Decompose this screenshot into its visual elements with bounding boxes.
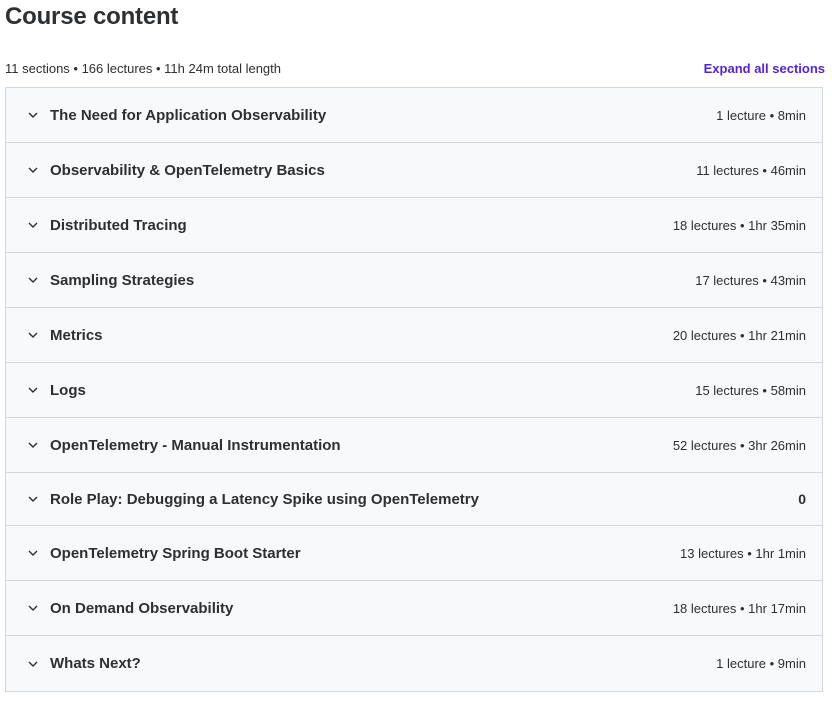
section-meta: 13 lectures • 1hr 1min	[680, 545, 806, 561]
section-row[interactable]: On Demand Observability 18 lectures • 1h…	[6, 581, 822, 636]
expand-all-sections-button[interactable]: Expand all sections	[704, 61, 825, 76]
section-meta: 15 lectures • 58min	[695, 382, 806, 398]
chevron-down-icon	[26, 163, 40, 177]
section-meta: 0	[798, 491, 806, 507]
section-title: The Need for Application Observability	[50, 106, 327, 124]
section-meta: 11 lectures • 46min	[696, 162, 806, 178]
section-meta: 1 lecture • 8min	[716, 107, 806, 123]
section-title: Metrics	[50, 326, 103, 344]
section-row[interactable]: Metrics 20 lectures • 1hr 21min	[6, 308, 822, 363]
course-summary: 11 sections • 166 lectures • 11h 24m tot…	[5, 60, 282, 76]
section-meta: 1 lecture • 9min	[716, 656, 806, 671]
section-row[interactable]: Distributed Tracing 18 lectures • 1hr 35…	[6, 198, 822, 253]
chevron-down-icon	[26, 438, 40, 452]
section-title: Observability & OpenTelemetry Basics	[50, 161, 325, 179]
section-meta: 18 lectures • 1hr 17min	[672, 600, 806, 616]
section-meta: 52 lectures • 3hr 26min	[672, 437, 806, 453]
section-row[interactable]: The Need for Application Observability 1…	[6, 88, 822, 143]
section-title: Distributed Tracing	[50, 216, 187, 234]
page-title: Course content	[5, 3, 179, 30]
section-title: On Demand Observability	[50, 599, 234, 617]
section-title: OpenTelemetry - Manual Instrumentation	[50, 436, 341, 454]
chevron-down-icon	[26, 328, 40, 342]
chevron-down-icon	[26, 273, 40, 287]
section-row[interactable]: Observability & OpenTelemetry Basics 11 …	[6, 143, 822, 198]
section-title: OpenTelemetry Spring Boot Starter	[50, 544, 301, 562]
section-meta: 17 lectures • 43min	[695, 272, 806, 288]
section-row[interactable]: Role Play: Debugging a Latency Spike usi…	[6, 473, 822, 526]
sections-accordion: The Need for Application Observability 1…	[5, 87, 823, 692]
course-content-page: Course content 11 sections • 166 lecture…	[0, 0, 832, 701]
section-title: Whats Next?	[50, 655, 141, 672]
chevron-down-icon	[26, 218, 40, 232]
section-row[interactable]: OpenTelemetry - Manual Instrumentation 5…	[6, 418, 822, 473]
course-summary-bar: 11 sections • 166 lectures • 11h 24m tot…	[5, 58, 825, 78]
chevron-down-icon	[26, 546, 40, 560]
section-meta: 20 lectures • 1hr 21min	[672, 327, 806, 343]
section-row[interactable]: Whats Next? 1 lecture • 9min	[6, 636, 822, 691]
chevron-down-icon	[26, 657, 40, 671]
section-row[interactable]: Logs 15 lectures • 58min	[6, 363, 822, 418]
chevron-down-icon	[26, 108, 40, 122]
section-title: Role Play: Debugging a Latency Spike usi…	[50, 490, 479, 508]
section-title: Sampling Strategies	[50, 271, 195, 289]
chevron-down-icon	[26, 383, 40, 397]
section-meta: 18 lectures • 1hr 35min	[672, 217, 806, 233]
chevron-down-icon	[26, 601, 40, 615]
section-row[interactable]: Sampling Strategies 17 lectures • 43min	[6, 253, 822, 308]
section-title: Logs	[50, 381, 86, 399]
chevron-down-icon	[26, 492, 40, 506]
section-row[interactable]: OpenTelemetry Spring Boot Starter 13 lec…	[6, 526, 822, 581]
